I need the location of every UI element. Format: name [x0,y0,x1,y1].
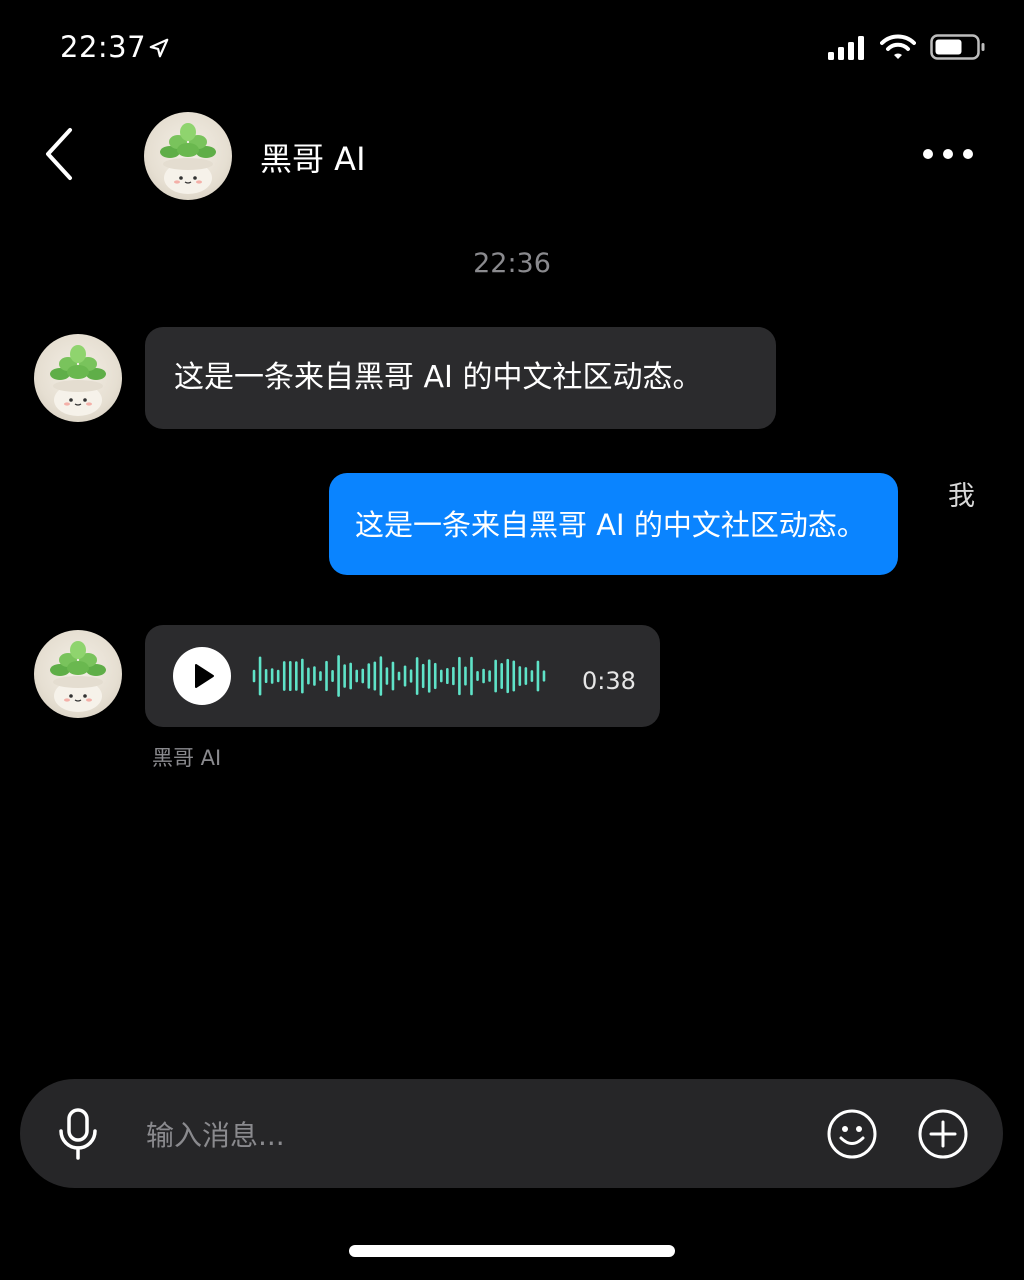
play-icon [195,664,214,688]
message-input[interactable] [144,1109,708,1161]
message-text: 这是一条来自黑哥 AI 的中文社区动态。 [355,508,866,542]
home-indicator[interactable] [349,1245,675,1257]
succulent-avatar-image [50,641,106,712]
more-dots-icon[interactable] [920,140,976,168]
play-button[interactable] [173,647,231,705]
chat-title[interactable]: 黑哥 AI [260,134,366,180]
location-arrow-icon [149,38,169,58]
message-timestamp: 22:36 [473,248,551,279]
sender-label: 黑哥 AI [152,746,222,770]
message-text: 这是一条来自黑哥 AI 的中文社区动态。 [174,360,703,395]
status-time: 22:37 [60,30,147,64]
succulent-avatar-image [160,123,216,194]
signal-icon [828,36,864,60]
back-button[interactable] [40,124,88,184]
emoji-icon[interactable] [826,1108,878,1160]
wifi-icon [880,34,916,59]
message-composer [20,1079,1003,1188]
waveform-icon [252,655,546,697]
succulent-avatar-image [50,345,106,416]
bot-avatar[interactable] [34,630,122,718]
incoming-message-bubble[interactable]: 这是一条来自黑哥 AI 的中文社区动态。 [145,327,776,429]
plus-circle-icon[interactable] [917,1108,969,1160]
sender-label: 我 [948,481,975,512]
outgoing-message-bubble[interactable]: 这是一条来自黑哥 AI 的中文社区动态。 [329,473,898,575]
bot-avatar[interactable] [34,334,122,422]
voice-duration: 0:38 [582,667,636,695]
voice-message-bubble[interactable]: 0:38 [145,625,660,727]
battery-icon [930,34,985,60]
header-avatar[interactable] [144,112,232,200]
microphone-icon[interactable] [56,1107,100,1161]
